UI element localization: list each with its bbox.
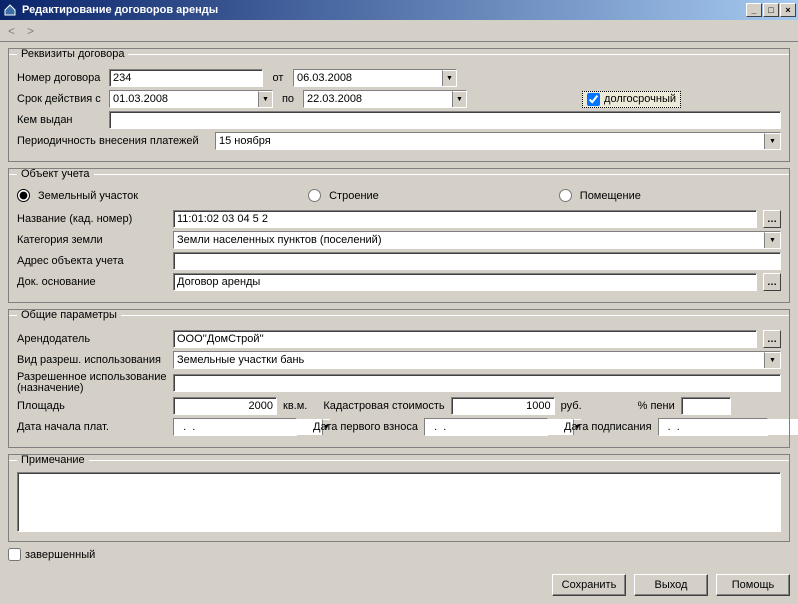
land-category-label: Категория земли: [17, 234, 167, 246]
doc-basis-browse[interactable]: …: [763, 273, 781, 291]
note-legend: Примечание: [17, 454, 89, 466]
object-address-label: Адрес объекта учета: [17, 255, 167, 267]
permitted-use-label: Вид разреш. использования: [17, 354, 167, 366]
purpose-input[interactable]: [173, 374, 781, 392]
land-category-combo[interactable]: [173, 231, 781, 249]
period-to-combo[interactable]: [303, 90, 467, 108]
general-group: Общие параметры Арендодатель … Вид разре…: [8, 309, 790, 448]
pay-start-combo[interactable]: [173, 418, 297, 436]
pay-start-input[interactable]: [174, 419, 322, 435]
window-title: Редактирование договоров аренды: [22, 4, 746, 16]
lessor-input[interactable]: [173, 330, 757, 348]
dropdown-icon[interactable]: [764, 352, 780, 368]
area-input[interactable]: [173, 397, 277, 415]
note-group: Примечание: [8, 454, 790, 542]
title-bar: Редактирование договоров аренды _ □ ×: [0, 0, 798, 20]
object-address-input[interactable]: [173, 252, 781, 270]
object-legend: Объект учета: [17, 168, 94, 180]
longterm-label: долгосрочный: [604, 93, 676, 105]
longterm-checkbox-wrap[interactable]: долгосрочный: [582, 91, 681, 108]
lessor-label: Арендодатель: [17, 333, 167, 345]
cadastral-input[interactable]: [451, 397, 555, 415]
land-category-input[interactable]: [174, 232, 764, 248]
first-pay-input[interactable]: [425, 419, 573, 435]
requisites-legend: Реквизиты договора: [17, 48, 128, 60]
issued-by-label: Кем выдан: [17, 114, 103, 126]
dropdown-icon[interactable]: [764, 133, 780, 149]
purpose-label: Разрешенное использование (назначение): [17, 372, 167, 394]
dropdown-icon[interactable]: [452, 91, 466, 107]
from-label: от: [269, 72, 287, 84]
payment-period-input[interactable]: [216, 133, 764, 149]
nav-toolbar: < >: [0, 20, 798, 42]
help-button[interactable]: Помощь: [716, 574, 790, 596]
area-label: Площадь: [17, 400, 167, 412]
permitted-use-input[interactable]: [174, 352, 764, 368]
payment-period-combo[interactable]: [215, 132, 781, 150]
minimize-button[interactable]: _: [746, 3, 762, 17]
sign-date-label: Дата подписания: [564, 421, 652, 433]
first-pay-combo[interactable]: [424, 418, 548, 436]
exit-button[interactable]: Выход: [634, 574, 708, 596]
object-group: Объект учета Земельный участок Строение …: [8, 168, 790, 303]
radio-building[interactable]: Строение: [308, 189, 379, 202]
lessor-browse[interactable]: …: [763, 330, 781, 348]
penalty-input[interactable]: [681, 397, 731, 415]
payment-period-label: Периодичность внесения платежей: [17, 135, 209, 147]
requisites-group: Реквизиты договора Номер договора от Сро…: [8, 48, 790, 162]
object-name-label: Название (кад. номер): [17, 213, 167, 225]
note-textarea[interactable]: [17, 472, 781, 532]
contract-number-label: Номер договора: [17, 72, 103, 84]
cadastral-unit: руб.: [561, 400, 582, 412]
radio-land[interactable]: Земельный участок: [17, 189, 138, 202]
contract-date-combo[interactable]: [293, 69, 457, 87]
save-button[interactable]: Сохранить: [552, 574, 626, 596]
sign-date-combo[interactable]: [658, 418, 768, 436]
next-button[interactable]: >: [27, 24, 34, 38]
button-bar: Сохранить Выход Помощь: [0, 570, 798, 600]
period-from-label: Срок действия с: [17, 93, 103, 105]
period-to-label: по: [279, 93, 297, 105]
area-unit: кв.м.: [283, 400, 307, 412]
period-to-input[interactable]: [304, 91, 452, 107]
object-name-input[interactable]: [173, 210, 757, 228]
cadastral-label: Кадастровая стоимость: [323, 400, 444, 412]
radio-room[interactable]: Помещение: [559, 189, 641, 202]
pay-start-label: Дата начала плат.: [17, 421, 167, 433]
doc-basis-label: Док. основание: [17, 276, 167, 288]
longterm-checkbox[interactable]: [587, 93, 600, 106]
dropdown-icon[interactable]: [442, 70, 456, 86]
sign-date-input[interactable]: [659, 419, 798, 435]
period-from-input[interactable]: [110, 91, 258, 107]
period-from-combo[interactable]: [109, 90, 273, 108]
issued-by-input[interactable]: [109, 111, 781, 129]
contract-number-input[interactable]: [109, 69, 263, 87]
object-name-browse[interactable]: …: [763, 210, 781, 228]
completed-label: завершенный: [25, 549, 95, 561]
close-button[interactable]: ×: [780, 3, 796, 17]
app-icon: [2, 2, 18, 18]
dropdown-icon[interactable]: [258, 91, 272, 107]
penalty-label: % пени: [638, 400, 675, 412]
first-pay-label: Дата первого взноса: [313, 421, 418, 433]
dropdown-icon[interactable]: [764, 232, 780, 248]
permitted-use-combo[interactable]: [173, 351, 781, 369]
doc-basis-input[interactable]: [173, 273, 757, 291]
completed-checkbox[interactable]: [8, 548, 21, 561]
prev-button[interactable]: <: [8, 24, 15, 38]
maximize-button[interactable]: □: [763, 3, 779, 17]
completed-checkbox-wrap[interactable]: завершенный: [8, 548, 95, 561]
contract-date-input[interactable]: [294, 70, 442, 86]
general-legend: Общие параметры: [17, 309, 121, 321]
